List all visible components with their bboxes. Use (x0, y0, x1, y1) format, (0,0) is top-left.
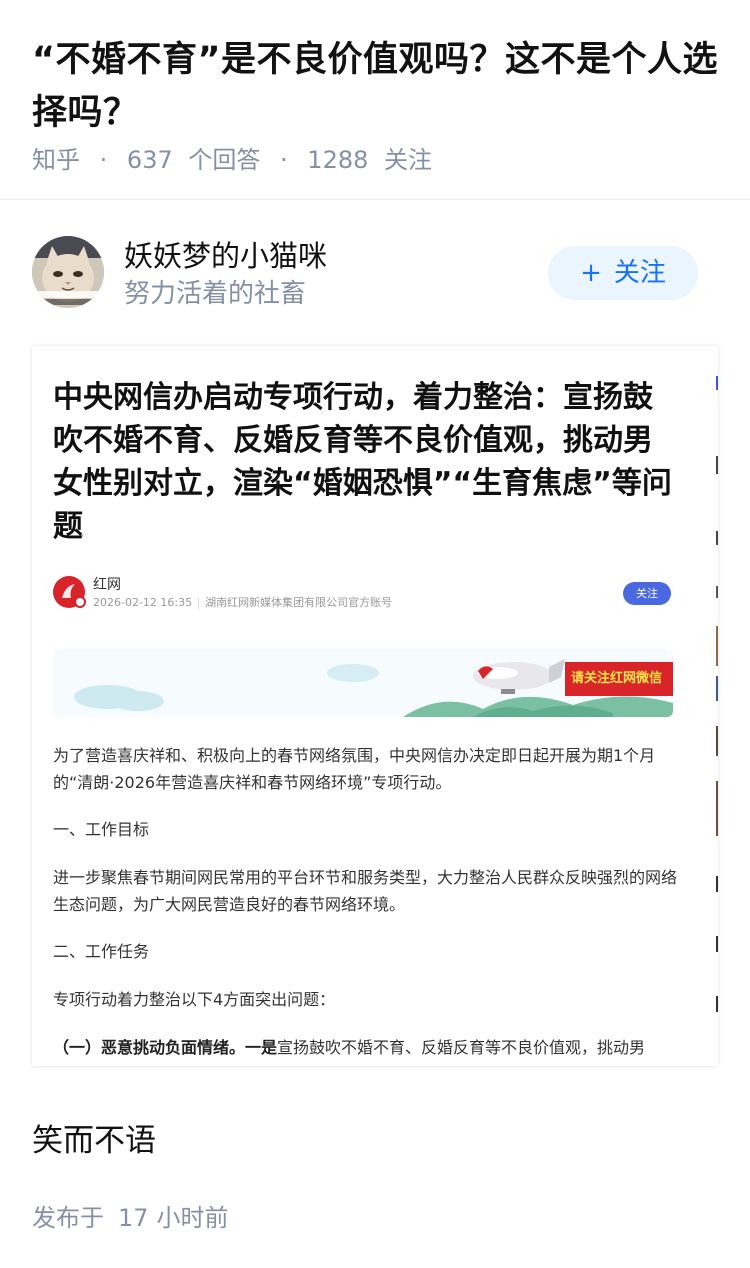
answer-text: 笑而不语 (32, 1123, 156, 1159)
follow-count-label: 关注 (384, 146, 433, 174)
source-name: 红网 (93, 577, 121, 593)
meta-separator: · (280, 146, 288, 174)
article-paragraph: （一）恶意挑动负面情绪。一是宣扬鼓吹不婚不育、反婚反育等不良价值观，挑动男 (53, 1034, 678, 1061)
author-name[interactable]: 妖妖梦的小猫咪 (124, 236, 327, 276)
airship-banner-image: 请关注红网微信 (53, 649, 673, 717)
posted-unit: 小时前 (156, 1204, 229, 1232)
author-bio: 努力活着的社畜 (124, 279, 307, 309)
author-row: 妖妖梦的小猫咪 努力活着的社畜 + 关注 (0, 232, 750, 312)
follow-button-label: 关注 (613, 258, 666, 288)
question-title[interactable]: “不婚不育”是不良价值观吗？这不是个人选择吗？ (32, 34, 722, 140)
follow-author-button[interactable]: + 关注 (548, 246, 698, 300)
article-text: 宣扬鼓吹不婚不育、反婚反育等不良价值观，挑动男 (277, 1038, 646, 1057)
question-header: “不婚不育”是不良价值观吗？这不是个人选择吗？ 知乎 · 637 个回答 · 1… (0, 0, 750, 200)
source-time: 2026-02-12 16:35 (93, 596, 193, 609)
posted-number: 17 (118, 1204, 149, 1232)
article-bold-text: （一）恶意挑动负面情绪。 (53, 1038, 246, 1057)
plus-icon: + (580, 258, 602, 288)
meta-divider (198, 597, 200, 609)
avatar[interactable] (32, 236, 104, 308)
question-meta: 知乎 · 637 个回答 · 1288 关注 (32, 143, 432, 177)
article-section-heading: 一、工作目标 (53, 820, 150, 839)
source-follow-button: 关注 (623, 582, 671, 605)
banner-text: 请关注红网微信 (565, 662, 673, 696)
meta-separator: · (99, 146, 108, 174)
article-paragraph: 为了营造喜庆祥和、积极向上的春节网络氛围，中央网信办决定即日起开展为期1个月的“… (53, 746, 656, 792)
answer-count-label[interactable]: 个回答 (188, 143, 260, 177)
source-meta: 2026-02-12 16:35 湖南红网新媒体集团有限公司官方账号 (93, 597, 392, 609)
follow-count: 1288 (307, 146, 369, 174)
article-paragraph: 专项行动着力整治以下4方面突出问题： (53, 990, 336, 1009)
article-headline: 中央网信办启动专项行动，着力整治：宣扬鼓吹不婚不育、反婚反育等不良价值观，挑动男… (53, 380, 672, 544)
verified-badge-icon (74, 596, 86, 608)
source-description: 湖南红网新媒体集团有限公司官方账号 (205, 596, 393, 609)
answer-count: 637 (126, 146, 173, 174)
cat-avatar-image (32, 236, 104, 308)
answer-image[interactable]: 中央网信办启动专项行动，着力整治：宣扬鼓吹不婚不育、反婚反育等不良价值观，挑动男… (32, 346, 718, 1066)
site-name[interactable]: 知乎 (32, 143, 80, 177)
article-bold-text: 一是 (245, 1038, 278, 1057)
article-paragraph: 进一步聚焦春节期间网民常用的平台环节和服务类型，大力整治人民群众反映强烈的网络生… (53, 868, 678, 914)
image-edge-strip (716, 346, 718, 1066)
posted-prefix: 发布于 (32, 1204, 104, 1232)
post-time: 发布于 17 小时前 (32, 1201, 229, 1235)
article-section-heading: 二、工作任务 (53, 942, 150, 961)
